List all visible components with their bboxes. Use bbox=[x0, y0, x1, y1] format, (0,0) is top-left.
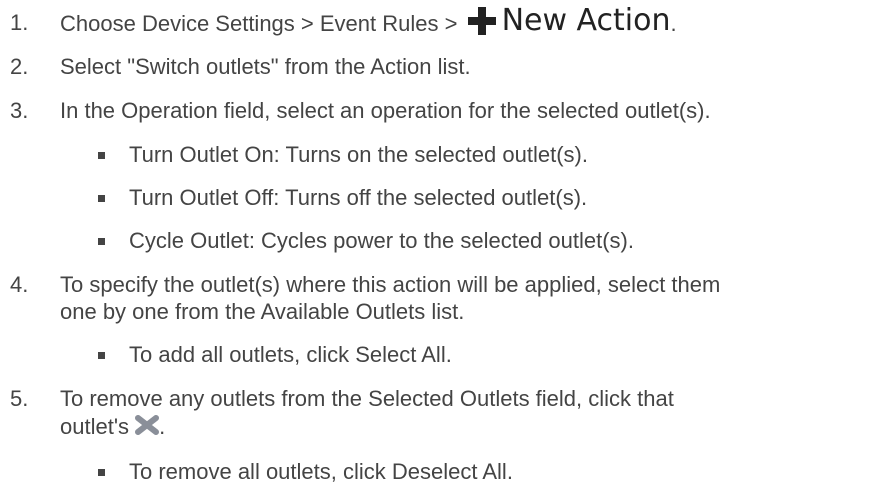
step-text-line-1: To remove any outlets from the Selected … bbox=[60, 386, 674, 411]
bullet-text: Turn Outlet On: Turns on the selected ou… bbox=[129, 142, 588, 167]
document-page: { "steps": [ { "number": "1.", "text_bef… bbox=[0, 0, 871, 498]
step-text-after: . bbox=[670, 10, 677, 36]
list-item: To add all outlets, click Select All. bbox=[0, 340, 871, 370]
bullet-marker bbox=[98, 152, 105, 159]
new-action-label: New Action bbox=[501, 3, 671, 38]
step-number: 4. bbox=[10, 272, 29, 297]
close-icon[interactable] bbox=[135, 415, 160, 436]
step-text-line-2: outlet's . bbox=[60, 412, 165, 442]
step-number: 5. bbox=[10, 386, 29, 411]
bullet-text: To remove all outlets, click Deselect Al… bbox=[129, 459, 513, 484]
plus-icon bbox=[467, 7, 496, 35]
bullet-marker bbox=[98, 238, 105, 245]
step-number: 2. bbox=[10, 54, 29, 79]
bullet-text: Cycle Outlet: Cycles power to the select… bbox=[129, 228, 634, 253]
step-text-line-2-label: outlet's bbox=[60, 414, 130, 439]
list-item: Cycle Outlet: Cycles power to the select… bbox=[0, 226, 871, 256]
bullet-marker bbox=[98, 195, 105, 202]
list-item: Turn Outlet Off: Turns off the selected … bbox=[0, 183, 871, 213]
list-item: Turn Outlet On: Turns on the selected ou… bbox=[0, 140, 871, 170]
step-text-after: . bbox=[159, 414, 166, 439]
new-action-button[interactable]: New Action bbox=[467, 3, 671, 38]
step-number: 1. bbox=[10, 10, 29, 35]
step-text-line-1: To specify the outlet(s) where this acti… bbox=[60, 272, 721, 297]
step-text-line-2: one by one from the Available Outlets li… bbox=[60, 299, 465, 324]
bullet-text: Turn Outlet Off: Turns off the selected … bbox=[129, 185, 588, 210]
step-text-before: Choose Device Settings > Event Rules > bbox=[60, 10, 458, 36]
bullet-marker bbox=[98, 469, 105, 476]
bullet-marker bbox=[98, 352, 105, 359]
step-number: 3. bbox=[10, 98, 29, 123]
step-text: Choose Device Settings > Event Rules > N… bbox=[60, 4, 677, 42]
bullet-text: To add all outlets, click Select All. bbox=[129, 342, 452, 367]
step-text: Select "Switch outlets" from the Action … bbox=[60, 54, 471, 79]
list-item: To remove all outlets, click Deselect Al… bbox=[0, 457, 871, 487]
step-text: In the Operation field, select an operat… bbox=[60, 98, 711, 123]
